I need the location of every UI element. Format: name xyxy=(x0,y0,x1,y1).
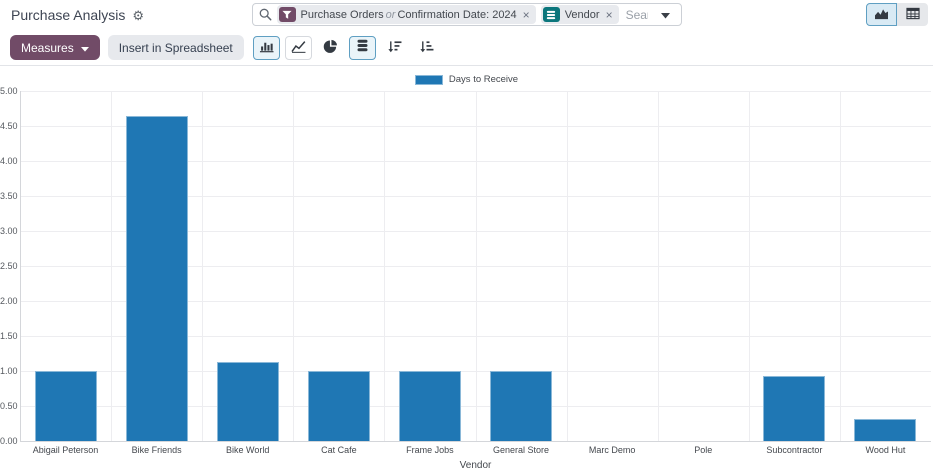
bar-bike-friends[interactable] xyxy=(126,116,188,442)
chart-container: Days to Receive Abigail PetersonBike Fri… xyxy=(0,66,933,470)
bar-cat-cafe[interactable] xyxy=(308,371,370,441)
legend-swatch xyxy=(415,75,443,85)
x-tick-label: Cat Cafe xyxy=(293,445,384,455)
chevron-down-icon xyxy=(661,7,670,22)
pie-chart-button[interactable] xyxy=(317,36,344,60)
line-chart-icon xyxy=(291,40,306,56)
x-tick-label: Wood Hut xyxy=(840,445,931,455)
plot-area xyxy=(20,91,931,441)
filter-facet-label: Purchase OrdersorConfirmation Date: 2024 xyxy=(301,9,517,21)
v-gridline xyxy=(567,91,568,441)
v-gridline xyxy=(111,91,112,441)
line-chart-button[interactable] xyxy=(285,36,312,60)
search-input[interactable] xyxy=(624,7,650,23)
stacked-icon xyxy=(356,39,369,56)
sort-ascending-button[interactable] xyxy=(413,36,440,60)
bar-subcontractor[interactable] xyxy=(763,376,825,441)
bar-general-store[interactable] xyxy=(490,371,552,441)
group-by-icon xyxy=(543,7,560,22)
x-tick-label: Frame Jobs xyxy=(384,445,475,455)
pie-chart-icon xyxy=(323,39,338,57)
pivot-view-icon xyxy=(906,7,920,23)
v-gridline xyxy=(476,91,477,441)
y-tick-label: 1.50 xyxy=(0,331,17,341)
chart-legend[interactable]: Days to Receive xyxy=(0,74,933,85)
remove-filter-icon[interactable]: × xyxy=(522,9,531,21)
pivot-view-button[interactable] xyxy=(897,3,928,26)
v-gridline xyxy=(658,91,659,441)
v-gridline xyxy=(293,91,294,441)
x-axis: Abigail PetersonBike FriendsBike WorldCa… xyxy=(20,445,931,459)
filter-icon xyxy=(279,7,296,22)
legend-label: Days to Receive xyxy=(449,74,518,85)
v-gridline xyxy=(384,91,385,441)
y-tick-label: 0.00 xyxy=(0,436,17,446)
groupby-facet: Vendor × xyxy=(541,5,619,24)
y-tick-label: 1.00 xyxy=(0,366,17,376)
y-tick-label: 3.00 xyxy=(0,226,17,236)
y-tick-label: 5.00 xyxy=(0,86,17,96)
stacked-toggle-button[interactable] xyxy=(349,36,376,60)
filter-facet: Purchase OrdersorConfirmation Date: 2024… xyxy=(277,5,536,24)
sort-descending-button[interactable] xyxy=(381,36,408,60)
v-gridline xyxy=(749,91,750,441)
v-gridline xyxy=(840,91,841,441)
y-axis-line xyxy=(20,91,21,441)
view-switcher xyxy=(866,3,928,26)
page-title: Purchase Analysis xyxy=(11,7,125,23)
y-tick-label: 3.50 xyxy=(0,191,17,201)
sort-ascending-icon xyxy=(419,40,434,56)
search-dropdown-toggle[interactable] xyxy=(655,4,677,25)
y-tick-label: 2.00 xyxy=(0,296,17,306)
y-tick-label: 4.50 xyxy=(0,121,17,131)
y-tick-label: 4.00 xyxy=(0,156,17,166)
x-tick-label: Pole xyxy=(658,445,749,455)
breadcrumb: Purchase Analysis ⚙ xyxy=(11,0,144,30)
gear-icon[interactable]: ⚙ xyxy=(132,9,144,22)
bar-bike-world[interactable] xyxy=(217,362,279,441)
x-tick-label: Subcontractor xyxy=(749,445,840,455)
bar-wood-hut[interactable] xyxy=(854,419,916,441)
graph-view-icon xyxy=(874,7,889,23)
x-tick-label: General Store xyxy=(476,445,567,455)
caret-down-icon xyxy=(81,41,89,55)
bar-frame-jobs[interactable] xyxy=(399,371,461,441)
h-gridline xyxy=(20,441,931,442)
x-tick-label: Marc Demo xyxy=(567,445,658,455)
graph-view-button[interactable] xyxy=(866,3,897,26)
measures-button[interactable]: Measures xyxy=(10,35,100,60)
search-bar[interactable]: Purchase OrdersorConfirmation Date: 2024… xyxy=(252,3,682,26)
x-axis-title: Vendor xyxy=(20,460,931,470)
purchase-analysis-graph-view: Purchase Analysis ⚙ Purchase OrdersorCon… xyxy=(0,0,933,470)
control-panel-top: Purchase Analysis ⚙ Purchase OrdersorCon… xyxy=(0,0,933,30)
x-tick-label: Abigail Peterson xyxy=(20,445,111,455)
y-tick-label: 0.50 xyxy=(0,401,17,411)
measures-button-label: Measures xyxy=(21,41,74,55)
groupby-facet-label: Vendor xyxy=(565,9,600,21)
y-tick-label: 2.50 xyxy=(0,261,17,271)
v-gridline xyxy=(202,91,203,441)
control-panel-bottom: Measures Insert in Spreadsheet xyxy=(0,30,933,66)
x-tick-label: Bike Friends xyxy=(111,445,202,455)
sort-descending-icon xyxy=(387,40,402,56)
bar-chart-icon xyxy=(259,39,274,56)
x-tick-label: Bike World xyxy=(202,445,293,455)
insert-in-spreadsheet-button[interactable]: Insert in Spreadsheet xyxy=(108,35,244,60)
bar-chart-button[interactable] xyxy=(253,36,280,60)
bar-abigail-peterson[interactable] xyxy=(35,371,97,441)
remove-groupby-icon[interactable]: × xyxy=(605,9,614,21)
search-icon xyxy=(259,8,272,21)
